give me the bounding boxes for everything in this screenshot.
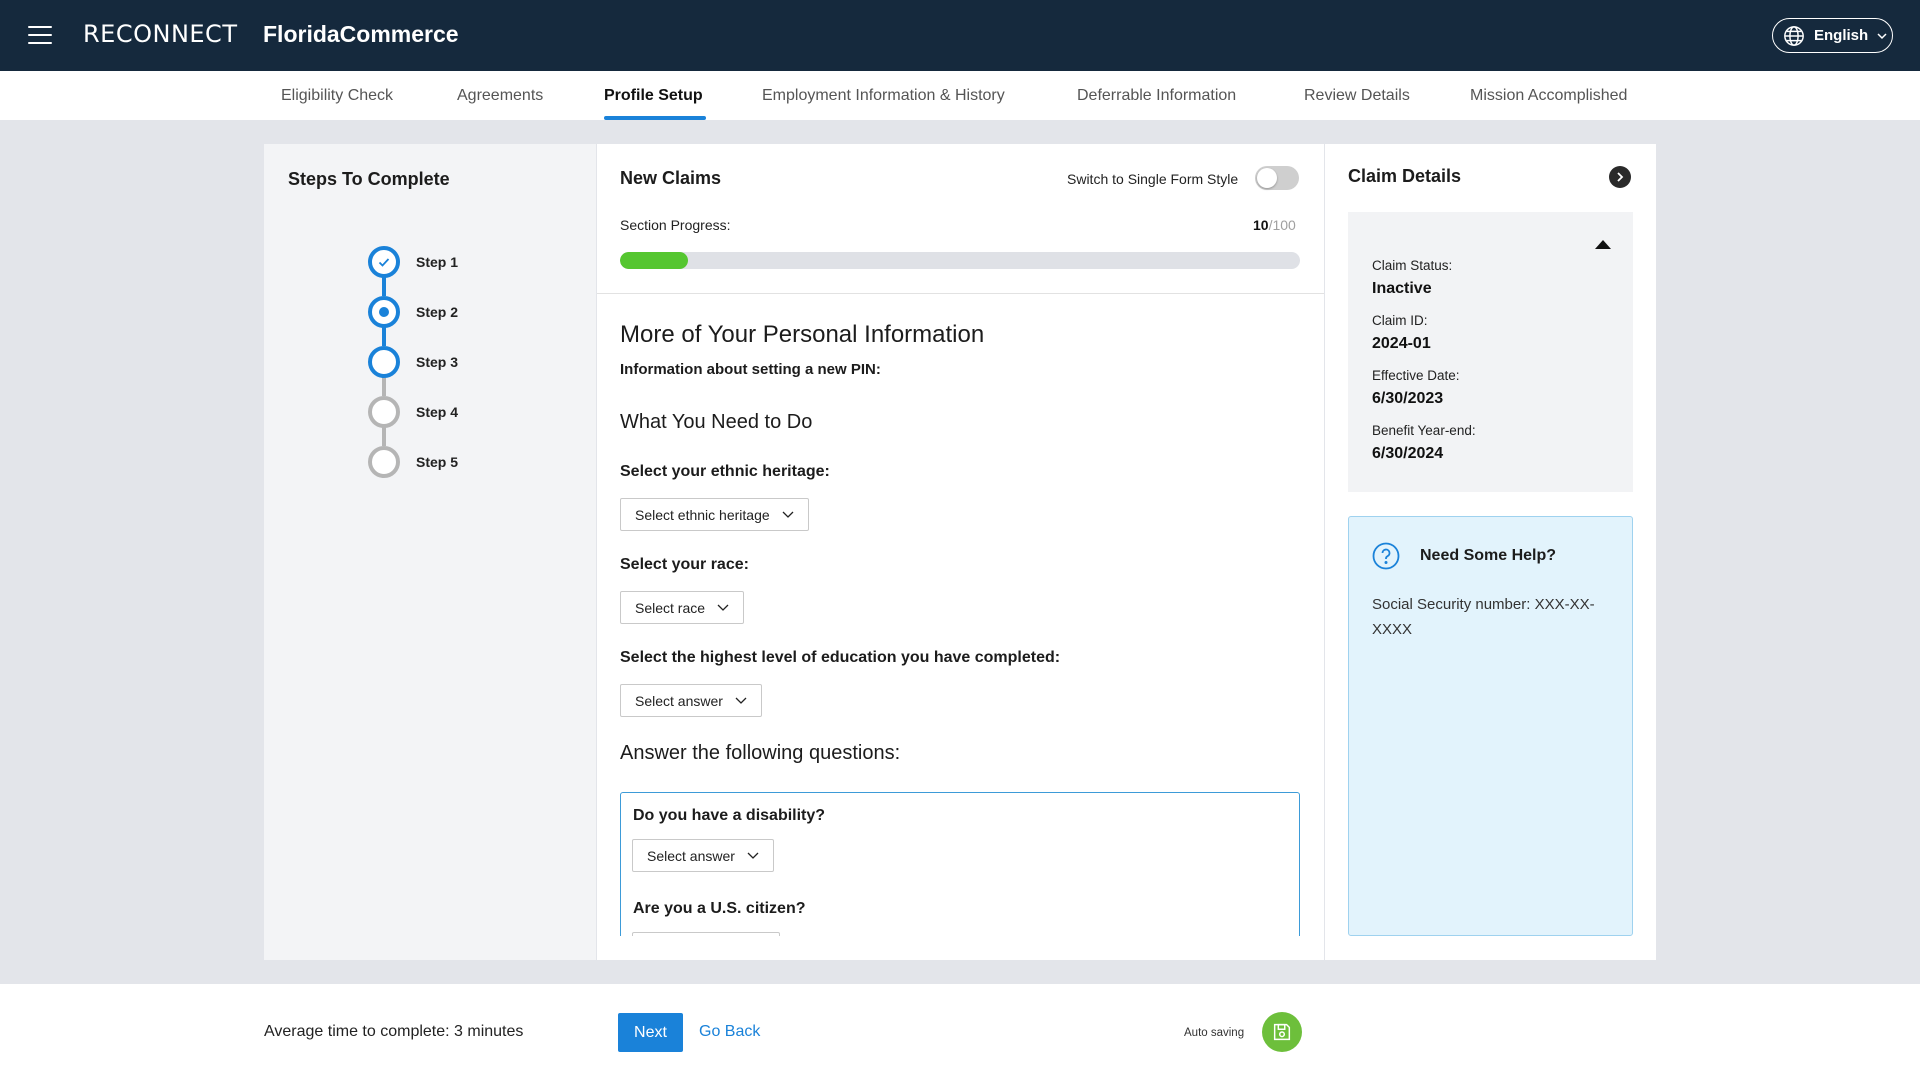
effective-date-value: 6/30/2023 — [1372, 390, 1444, 407]
step-5-label: Step 5 — [416, 454, 459, 470]
progress-tabs: Eligibility Check Agreements Profile Set… — [0, 71, 1920, 120]
pin-info-text: Information about setting a new PIN: — [620, 361, 881, 378]
education-label: Select the highest level of education yo… — [620, 649, 1061, 666]
chevron-right-icon — [1617, 172, 1624, 182]
step-5-circle[interactable] — [368, 446, 400, 478]
steps-panel: Steps To Complete Step 1 Step 2 Step 3 S… — [264, 144, 596, 960]
question-icon — [1372, 542, 1400, 570]
tab-review-details[interactable]: Review Details — [1304, 87, 1410, 105]
benefit-year-end-value: 6/30/2024 — [1372, 445, 1444, 462]
chevron-down-icon — [735, 697, 747, 704]
ethnic-heritage-placeholder: Select ethnic heritage — [635, 506, 770, 523]
step-4-label: Step 4 — [416, 404, 459, 420]
race-label: Select your race: — [620, 556, 749, 573]
progress-max: /100 — [1268, 217, 1296, 233]
globe-icon — [1784, 25, 1804, 46]
race-placeholder: Select race — [635, 599, 706, 616]
claim-id-label: Claim ID: — [1372, 313, 1428, 328]
claim-status-value: Inactive — [1372, 280, 1432, 297]
language-selector[interactable]: English — [1772, 18, 1893, 53]
language-label: English — [1814, 27, 1869, 44]
check-icon — [378, 258, 390, 267]
chevron-down-icon — [717, 604, 729, 611]
tab-employment-information[interactable]: Employment Information & History — [762, 87, 1005, 105]
section-progress-label: Section Progress: — [620, 217, 731, 233]
ethnic-heritage-label: Select your ethnic heritage: — [620, 463, 830, 480]
help-text: Social Security number: XXX-XX-XXXX — [1372, 596, 1595, 638]
education-placeholder: Select answer — [635, 692, 723, 709]
form-panel: New Claims Switch to Single Form Style S… — [597, 144, 1324, 960]
chevron-down-icon — [747, 852, 759, 859]
collapse-panel-button[interactable] — [1609, 166, 1631, 188]
benefit-year-end-label: Benefit Year-end: — [1372, 423, 1476, 438]
top-bar: RECONNECT FloridaCommerce English — [0, 0, 1920, 71]
tab-mission-accomplished[interactable]: Mission Accomplished — [1470, 87, 1627, 105]
section-title: More of Your Personal Information — [620, 321, 985, 348]
steps-title: Steps To Complete — [288, 169, 450, 189]
disability-placeholder: Select answer — [647, 847, 735, 864]
section-progress-value: 10/100 — [1253, 217, 1296, 233]
chevron-down-icon — [782, 511, 794, 518]
reconnect-logo: RECONNECT — [83, 20, 238, 48]
effective-date-label: Effective Date: — [1372, 368, 1460, 383]
auto-saving-label: Auto saving — [1184, 1027, 1245, 1039]
menu-icon[interactable] — [28, 26, 52, 46]
floppy-disk-icon — [1273, 1023, 1291, 1041]
step-1-label: Step 1 — [416, 254, 459, 270]
tab-profile-setup[interactable]: Profile Setup — [604, 87, 703, 105]
current-step-dot — [379, 307, 389, 317]
step-1-circle[interactable] — [368, 246, 400, 278]
step-4-circle[interactable] — [368, 396, 400, 428]
ethnic-heritage-dropdown[interactable]: Select ethnic heritage — [620, 498, 809, 531]
chevron-down-icon — [1877, 32, 1887, 39]
next-button[interactable]: Next — [618, 1013, 683, 1052]
what-you-need-title: What You Need to Do — [620, 411, 813, 433]
questions-title: Answer the following questions: — [620, 742, 901, 764]
brand-name: FloridaCommerce — [263, 21, 459, 47]
footer-bar: Average time to complete: 3 minutes Next… — [0, 984, 1920, 1080]
progress-fill — [620, 252, 688, 269]
switch-label: Switch to Single Form Style — [1067, 171, 1239, 187]
step-2-circle[interactable] — [368, 296, 400, 328]
claim-details-title: Claim Details — [1348, 166, 1462, 186]
claim-status-label: Claim Status: — [1372, 258, 1453, 273]
step-3-circle[interactable] — [368, 346, 400, 378]
disability-label: Do you have a disability? — [633, 807, 826, 824]
scroll-fade — [597, 936, 1324, 960]
help-title: Need Some Help? — [1420, 547, 1557, 564]
caret-up-icon[interactable] — [1595, 240, 1611, 249]
progress-current: 10 — [1253, 217, 1269, 233]
tab-agreements[interactable]: Agreements — [457, 87, 543, 105]
active-tab-indicator — [604, 116, 706, 120]
tab-deferrable-information[interactable]: Deferrable Information — [1077, 87, 1236, 105]
citizen-label: Are you a U.S. citizen? — [633, 900, 806, 917]
form-header: New Claims Switch to Single Form Style S… — [597, 144, 1324, 294]
average-time-text: Average time to complete: 3 minutes — [264, 1023, 524, 1040]
new-claims-title: New Claims — [620, 168, 722, 188]
toggle-knob — [1257, 168, 1277, 188]
single-form-toggle[interactable] — [1255, 166, 1299, 190]
race-dropdown[interactable]: Select race — [620, 591, 745, 624]
claim-info-box: Claim Status: Inactive Claim ID: 2024-01… — [1348, 212, 1633, 492]
questions-box: Do you have a disability? Select answer … — [620, 792, 1300, 960]
step-3-label: Step 3 — [416, 354, 459, 370]
claim-id-value: 2024-01 — [1372, 335, 1431, 352]
disability-dropdown[interactable]: Select answer — [632, 839, 774, 872]
claim-details-panel: Claim Details Claim Status: Inactive Cla… — [1325, 144, 1656, 960]
step-2-label: Step 2 — [416, 304, 459, 320]
save-icon — [1262, 1012, 1302, 1052]
help-box: Need Some Help? Social Security number: … — [1348, 516, 1633, 936]
go-back-link[interactable]: Go Back — [699, 1023, 760, 1041]
tab-eligibility-check[interactable]: Eligibility Check — [281, 87, 393, 105]
progress-bar — [620, 252, 1300, 269]
education-dropdown[interactable]: Select answer — [620, 684, 762, 717]
